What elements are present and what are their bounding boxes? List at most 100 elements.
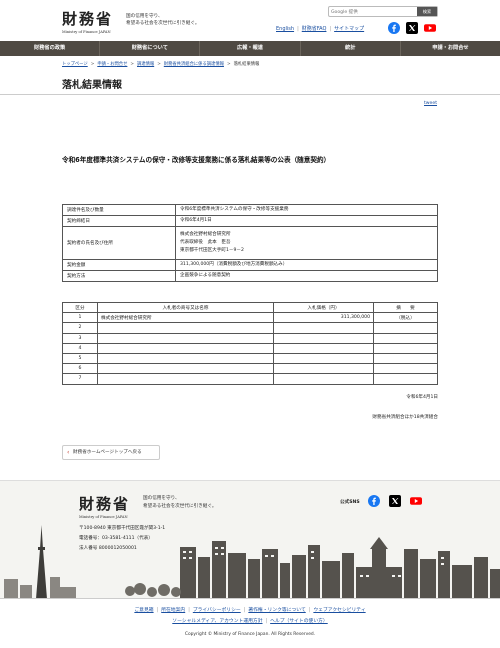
page-title: 落札結果情報 <box>62 80 122 91</box>
contract-info-table: 調達件名及び数量 令和6年度標準共済システムの保守・改修等支援業務 契約締結日 … <box>62 204 438 282</box>
table-row: 6 <box>62 363 438 375</box>
facebook-icon[interactable] <box>388 22 400 34</box>
footer-address: 〒100-8940 東京都千代田区霞が関3-1-1 電話番号：03-3581-4… <box>79 524 165 554</box>
col-header-note: 摘 要 <box>373 301 438 314</box>
copyright-text: Copyright © Ministry of Finance Japan. A… <box>184 632 316 637</box>
chevron-left-icon: ‹ <box>67 449 70 456</box>
bid-note <box>373 322 438 334</box>
breadcrumb-top[interactable]: トップページ <box>62 62 88 67</box>
col-header-category: 区分 <box>62 301 98 314</box>
sitemap-link[interactable]: サイトマップ <box>334 26 364 32</box>
breadcrumb-applications[interactable]: 申請・お問合せ <box>97 62 127 67</box>
footer-logo[interactable]: 財務省 Ministry of Finance JAPAN <box>79 493 130 519</box>
site-header: 財務省 Ministry of Finance JAPAN 国の信用を守り、 希… <box>0 0 500 41</box>
phone-line: 電話番号：03-3581-4111（代表） <box>79 536 153 541</box>
row-label: 契約者の氏名及び住所 <box>62 226 176 260</box>
footer-links-row2: ソーシャルメディア、アカウント運用方針 | ヘルプ（サイトの使い方） <box>172 619 328 624</box>
footer-logo-english: Ministry of Finance JAPAN <box>79 515 128 519</box>
bid-price <box>273 332 374 344</box>
row-label: 契約方法 <box>62 270 176 282</box>
col-header-price: 入札価格（円） <box>273 301 374 314</box>
header-links: English | 財務省FAQ | サイトマップ <box>276 26 365 32</box>
row-value: 令和6年4月1日 <box>175 215 438 227</box>
row-label: 調達件名及び数量 <box>62 204 176 216</box>
nav-statistics[interactable]: 統計 <box>301 41 401 56</box>
publish-date: 令和6年4月1日 <box>406 395 438 400</box>
facebook-icon[interactable] <box>368 495 380 507</box>
footer-link-privacy[interactable]: プライバシーポリシー <box>193 608 241 613</box>
footer-link-copyright[interactable]: 著作権・リンク等について <box>248 608 305 613</box>
logo-english: Ministry of Finance JAPAN <box>62 30 111 34</box>
bid-note <box>373 342 438 354</box>
row-value: 令和6年度標準共済システムの保守・改修等支援業務 <box>175 204 438 216</box>
footer-link-opinion[interactable]: ご意見箱 <box>134 608 153 613</box>
nav-applications[interactable]: 申請・お問合せ <box>401 41 500 56</box>
row-value: 企画競争による随意契約 <box>175 270 438 282</box>
bid-name <box>97 363 274 375</box>
footer-link-social-policy[interactable]: ソーシャルメディア、アカウント運用方針 <box>172 619 262 624</box>
breadcrumb-procurement[interactable]: 調達情報 <box>137 62 154 67</box>
table-row: 3 <box>62 332 438 344</box>
site-footer: 財務省 Ministry of Finance JAPAN 国の信用を守り、 希… <box>0 480 500 599</box>
announcement-heading: 令和6年度標準共済システムの保守・改修等支援業務に係る落札結果等の公表（随意契約… <box>62 156 331 164</box>
site-logo[interactable]: 財務省 Ministry of Finance JAPAN <box>62 8 113 34</box>
footer-bottom: ご意見箱 | 所在地案内 | プライバシーポリシー | 著作権・リンク等について | ウェブアク… <box>0 598 500 648</box>
table-row: 契約方法 企画競争による随意契約 <box>62 270 438 282</box>
site-tagline: 国の信用を守り、 希望ある社会を次世代に引き継ぐ。 <box>126 14 200 26</box>
table-row: 5 <box>62 352 438 365</box>
table-row: 契約者の氏名及び住所 株式会社野村総合研究所 代表取締役 此本 臣吾 東京都千代… <box>62 226 438 260</box>
breadcrumb: トップページ > 申請・お問合せ > 調達情報 > 財務省共済組合に係る調達情報 > 落札結果情… <box>62 62 260 67</box>
nav-press[interactable]: 広報・報道 <box>200 41 301 56</box>
bid-price <box>273 342 374 354</box>
bid-note <box>373 363 438 375</box>
bid-name <box>97 352 274 365</box>
corporate-number: 法人番号 8000012050001 <box>79 546 137 551</box>
row-value: 311,300,000円（消費税額及び地方消費税額込み） <box>175 259 438 271</box>
nav-about[interactable]: 財務省について <box>100 41 201 56</box>
address-line: 〒100-8940 東京都千代田区霞が関3-1-1 <box>79 526 166 531</box>
logo-kanji: 財務省 <box>62 10 114 28</box>
table-row: 調達件名及び数量 令和6年度標準共済システムの保守・改修等支援業務 <box>62 204 438 216</box>
faq-link[interactable]: 財務省FAQ <box>302 26 327 32</box>
city-skyline-illustration <box>4 525 500 599</box>
nav-policy[interactable]: 財務省の政策 <box>0 41 101 56</box>
bid-name: 株式会社野村総合研究所 <box>97 312 274 324</box>
footer-link-location[interactable]: 所在地案内 <box>161 608 185 613</box>
table-row: 契約金額 311,300,000円（消費税額及び地方消費税額込み） <box>62 259 438 271</box>
col-header-bidder: 入札者の商号又は名称 <box>97 301 274 314</box>
organization-name: 財務省共済組合ほか18共済組合 <box>372 415 438 420</box>
footer-link-help[interactable]: ヘルプ（サイトの使い方） <box>270 619 328 624</box>
bid-price: 311,300,000 <box>273 312 374 324</box>
back-button-label: 財務省ホームページトップへ戻る <box>73 450 142 455</box>
english-link[interactable]: English <box>276 26 294 32</box>
bid-note <box>373 332 438 344</box>
row-value: 株式会社野村総合研究所 代表取締役 此本 臣吾 東京都千代田区大手町1－9－2 <box>175 226 438 260</box>
bid-no: 5 <box>62 352 98 365</box>
table-row: 4 <box>62 342 438 354</box>
bids-table: 区分 入札者の商号又は名称 入札価格（円） 摘 要 1 株式会社野村総合研究所 31… <box>62 301 438 385</box>
breadcrumb-mutual-aid-procurement[interactable]: 財務省共済組合に係る調達情報 <box>164 62 224 67</box>
bid-note <box>373 352 438 365</box>
youtube-icon[interactable] <box>410 495 422 507</box>
back-to-top-button[interactable]: ‹ 財務省ホームページトップへ戻る <box>62 445 160 460</box>
search-input[interactable] <box>331 8 415 16</box>
bid-no: 4 <box>62 342 98 354</box>
bid-price <box>273 363 374 375</box>
title-divider <box>0 94 500 95</box>
search-box: 検索 <box>328 6 438 17</box>
bid-no: 2 <box>62 322 98 334</box>
footer-links-row1: ご意見箱 | 所在地案内 | プライバシーポリシー | 著作権・リンク等について | ウェブアク… <box>134 608 366 613</box>
footer-logo-kanji: 財務省 <box>79 495 131 513</box>
bid-price <box>273 352 374 365</box>
bid-name <box>97 332 274 344</box>
x-icon[interactable] <box>406 22 418 34</box>
bid-name <box>97 373 274 385</box>
bid-name <box>97 322 274 334</box>
tweet-link[interactable]: tweet <box>424 101 437 106</box>
bid-note <box>373 373 438 385</box>
footer-link-accessibility[interactable]: ウェブアクセシビリティ <box>313 608 365 613</box>
global-nav: 財務省の政策 財務省について 広報・報道 統計 申請・お問合せ <box>0 41 500 56</box>
youtube-icon[interactable] <box>424 22 436 34</box>
search-button[interactable]: 検索 <box>417 7 437 16</box>
x-icon[interactable] <box>389 495 401 507</box>
